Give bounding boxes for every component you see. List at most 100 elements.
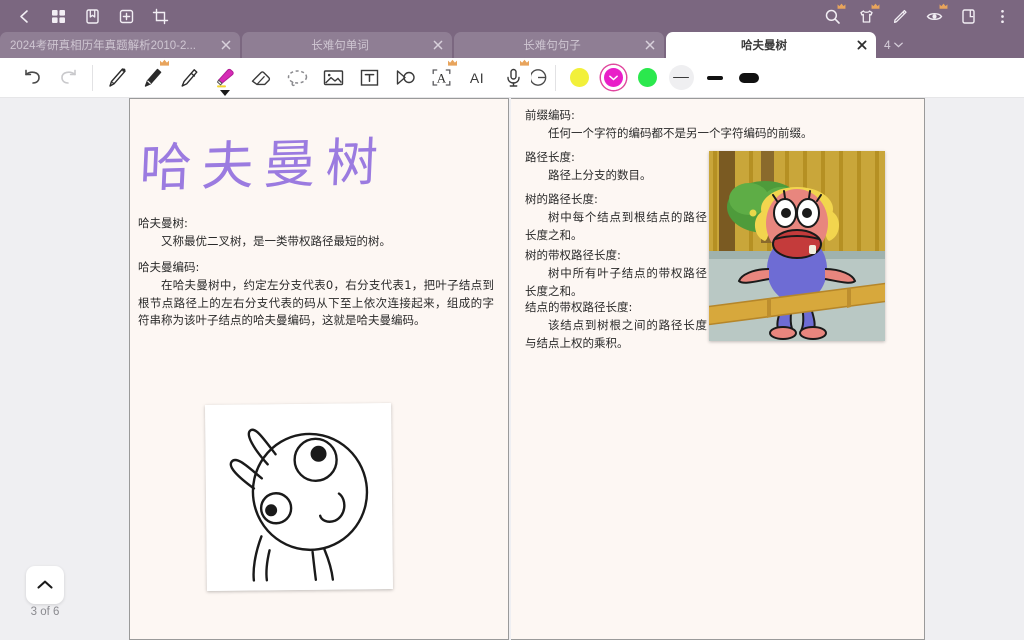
stroke-thick-indicator (739, 72, 759, 83)
tab-close-icon[interactable] (855, 38, 869, 52)
tab-strip: 2024考研真相历年真题解析2010-2... 长难句单词 长难句句子 哈夫曼树 (0, 32, 1024, 58)
tab-close-icon[interactable] (643, 38, 657, 52)
premium-crown-icon (448, 59, 457, 66)
right-section-5-body: 该结点到树根之间的路径长度与结点上权的乘积。 (525, 317, 707, 350)
page-indicator-label: 3 of 6 (30, 606, 60, 618)
color-swatch-magenta-selected[interactable] (596, 59, 630, 97)
right-section-1-body: 任何一个字符的编码都不是另一个字符编码的前缀。 (548, 125, 813, 140)
tab-document-3[interactable]: 长难句句子 (454, 32, 664, 58)
tab-document-4-active[interactable]: 哈夫曼树 (666, 32, 876, 58)
crop-icon[interactable] (144, 1, 176, 31)
left-section-1-body: 又称最优二叉树，是一类带权路径最短的树。 (161, 233, 391, 248)
ai-label: AI (469, 69, 485, 86)
add-page-icon[interactable] (110, 1, 142, 31)
grid-view-icon[interactable] (42, 1, 74, 31)
left-section-2-heading: 哈夫曼编码: (138, 260, 200, 274)
microphone-icon[interactable] (495, 59, 531, 97)
right-section-3: 树的路径长度: 树中每个结点到根结点的路径长度之和。 (525, 191, 707, 244)
shape-icon[interactable] (387, 59, 423, 97)
stroke-medium-button[interactable] (698, 59, 732, 97)
color-swatch-green-dot (637, 68, 657, 87)
text-box-icon[interactable] (351, 59, 387, 97)
tab-count-dropdown[interactable]: 4 (878, 32, 909, 58)
tab-document-1[interactable]: 2024考研真相历年真题解析2010-2... (0, 32, 240, 58)
page-layout-icon[interactable] (952, 1, 984, 31)
toolbar-divider-2 (555, 64, 556, 91)
right-section-3-body: 树中每个结点到根结点的路径长度之和。 (525, 209, 707, 242)
pen-icon[interactable] (99, 59, 135, 97)
search-icon[interactable] (816, 1, 848, 31)
lasso-select-icon[interactable] (279, 59, 315, 97)
left-section-2-body: 在哈夫曼树中，约定左分支代表0，右分支代表1，把叶子结点到根节点路径上的左右分支… (138, 277, 494, 328)
top-bar (0, 0, 1024, 32)
svg-text:A: A (436, 70, 446, 85)
premium-crown-icon (939, 3, 948, 9)
document-page-right[interactable]: 前缀编码: 任何一个字符的编码都不是另一个字符编码的前缀。 路径长度: 路径上分… (511, 98, 925, 640)
ai-icon[interactable]: AI (459, 59, 495, 97)
premium-crown-icon (871, 3, 880, 9)
chevron-up-icon (37, 580, 53, 589)
annotate-pen-icon[interactable] (884, 1, 916, 31)
right-section-4-heading: 树的带权路径长度: (525, 248, 621, 262)
pencil-icon[interactable] (135, 59, 171, 97)
tab-close-icon[interactable] (431, 38, 445, 52)
handwritten-title: 哈夫曼树 (138, 132, 390, 200)
back-icon[interactable] (8, 1, 40, 31)
smart-text-icon[interactable]: A (423, 59, 459, 97)
right-section-1: 前缀编码: 任何一个字符的编码都不是另一个字符编码的前缀。 (525, 107, 907, 143)
page-up-button[interactable] (26, 566, 64, 604)
stroke-thin-button[interactable] (664, 59, 698, 97)
color-swatch-yellow-dot (569, 68, 589, 87)
stroke-thick-button[interactable] (732, 59, 766, 97)
sketch-image-pig-outline[interactable] (205, 403, 393, 591)
photo-image-cartoon-character[interactable] (704, 151, 890, 341)
tab-label: 长难句单词 (311, 40, 369, 52)
top-bar-left-group (0, 1, 176, 31)
premium-crown-icon (520, 59, 529, 66)
highlighter-icon[interactable] (207, 59, 243, 97)
more-menu-icon[interactable] (986, 1, 1018, 31)
partial-circle-icon[interactable] (531, 59, 549, 97)
tab-close-icon[interactable] (219, 38, 233, 52)
premium-crown-icon (160, 59, 169, 66)
tab-document-2[interactable]: 长难句单词 (242, 32, 452, 58)
right-section-2: 路径长度: 路径上分支的数目。 (525, 149, 701, 185)
tool-bar: A AI (0, 58, 1024, 98)
page-navigator: 3 of 6 (26, 566, 64, 618)
tab-count-label: 4 (884, 38, 891, 52)
right-section-5: 结点的带权路径长度: 该结点到树根之间的路径长度与结点上权的乘积。 (525, 299, 707, 352)
right-section-2-body: 路径上分支的数目。 (548, 167, 652, 182)
right-section-4: 树的带权路径长度: 树中所有叶子结点的带权路径长度之和。 (525, 247, 707, 300)
cartoon-photo (704, 151, 890, 341)
left-section-1: 哈夫曼树: 又称最优二叉树，是一类带权路径最短的树。 (138, 215, 494, 251)
stroke-medium-indicator (707, 75, 723, 80)
color-swatch-yellow[interactable] (562, 59, 596, 97)
eraser-icon[interactable] (243, 59, 279, 97)
bookmark-icon[interactable] (76, 1, 108, 31)
insert-image-icon[interactable] (315, 59, 351, 97)
toolbar-divider (92, 64, 93, 91)
premium-crown-icon (837, 3, 846, 9)
app-root: 2024考研真相历年真题解析2010-2... 长难句单词 长难句句子 哈夫曼树 (0, 0, 1024, 640)
fountain-pen-icon[interactable] (171, 59, 207, 97)
redo-icon[interactable] (50, 59, 86, 97)
right-section-4-body: 树中所有叶子结点的带权路径长度之和。 (525, 265, 707, 298)
tab-label: 2024考研真相历年真题解析2010-2... (10, 40, 196, 52)
right-section-3-heading: 树的路径长度: (525, 192, 598, 206)
theme-shirt-icon[interactable] (850, 1, 882, 31)
right-section-2-heading: 路径长度: (525, 150, 575, 164)
tab-label: 哈夫曼树 (741, 40, 787, 52)
document-canvas[interactable]: 哈夫曼树 哈夫曼树: 又称最优二叉树，是一类带权路径最短的树。 哈夫曼编码: 在… (0, 98, 1024, 640)
undo-icon[interactable] (14, 59, 50, 97)
left-section-2: 哈夫曼编码: 在哈夫曼树中，约定左分支代表0，右分支代表1，把叶子结点到根节点路… (138, 259, 494, 330)
document-page-left[interactable]: 哈夫曼树 哈夫曼树: 又称最优二叉树，是一类带权路径最短的树。 哈夫曼编码: 在… (129, 98, 509, 640)
sketch-drawing (205, 403, 393, 591)
left-section-1-heading: 哈夫曼树: (138, 216, 188, 230)
stroke-thin-indicator (668, 65, 694, 90)
tab-label: 长难句句子 (523, 40, 581, 52)
right-section-1-heading: 前缀编码: (525, 108, 575, 122)
top-bar-right-group (816, 1, 1024, 31)
eye-read-icon[interactable] (918, 1, 950, 31)
selection-ring (600, 65, 626, 90)
color-swatch-green[interactable] (630, 59, 664, 97)
